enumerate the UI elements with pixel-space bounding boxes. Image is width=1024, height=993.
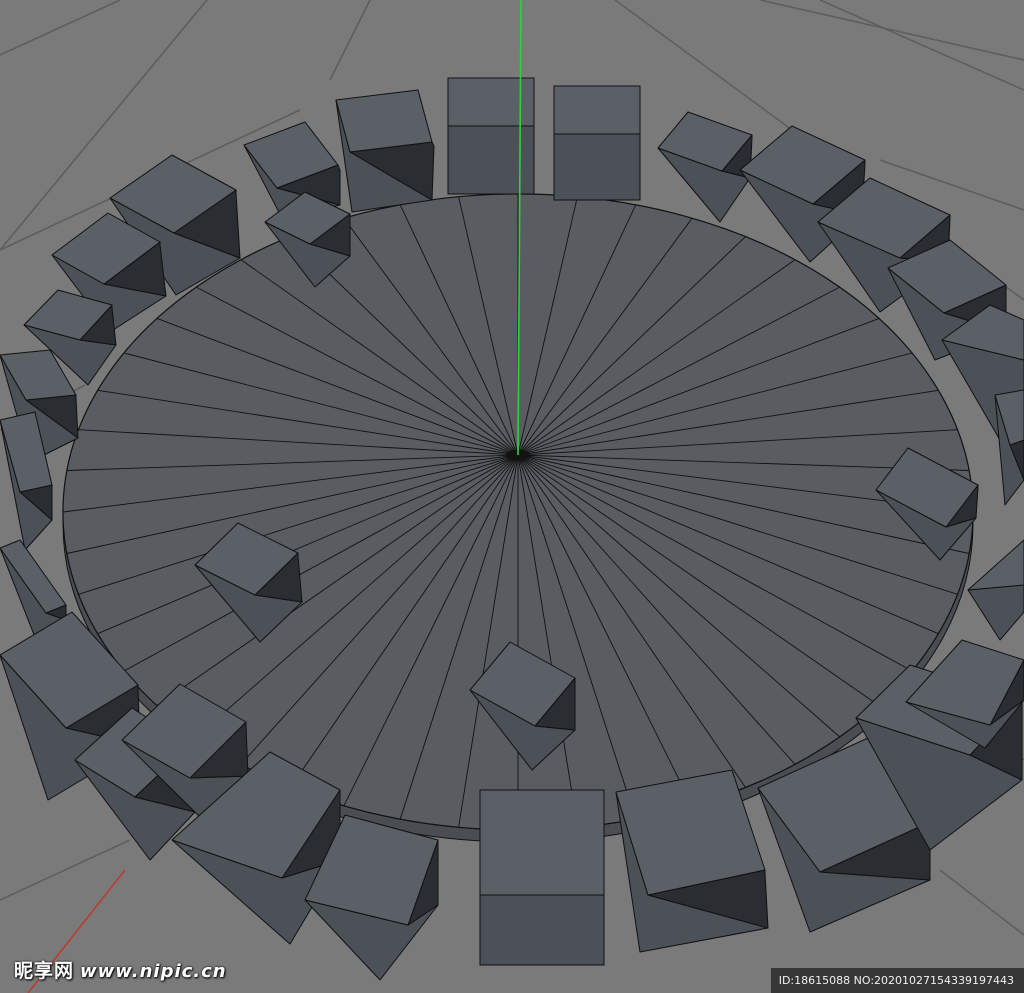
grid-line <box>329 0 371 81</box>
cube-left-face <box>967 584 1024 641</box>
cube-front-7[interactable] <box>479 789 605 966</box>
watermark-id: ID:18615088 NO:20201027154339197443 <box>770 968 1024 993</box>
cube-top-face <box>967 539 1024 591</box>
grid-line <box>759 0 1024 61</box>
grid-line <box>0 0 121 56</box>
cube-front-12[interactable] <box>967 539 1024 641</box>
cube-front-face <box>479 894 605 966</box>
watermark-url: www.nipic.cn <box>80 961 227 982</box>
grid-line <box>939 869 1024 936</box>
scene-canvas <box>0 0 1024 993</box>
cube-back-5[interactable] <box>657 111 753 223</box>
cube-back-2[interactable] <box>553 85 641 201</box>
grid-line <box>0 839 131 901</box>
3d-viewport[interactable]: 昵享网 www.nipic.cn ID:18615088 NO:202010271… <box>0 0 1024 993</box>
cube-top-face <box>553 85 641 135</box>
cube-top-face <box>335 89 433 153</box>
cube-top-face <box>479 789 605 896</box>
cube-back-3[interactable] <box>335 89 435 213</box>
grid-line <box>819 0 1024 91</box>
watermark-brand: 昵享网 www.nipic.cn <box>14 956 227 983</box>
cube-back-15[interactable] <box>994 389 1024 506</box>
cube-front-face <box>553 133 641 201</box>
watermark-brand-name: 昵享网 <box>14 960 75 982</box>
cube-front-face <box>447 125 535 195</box>
